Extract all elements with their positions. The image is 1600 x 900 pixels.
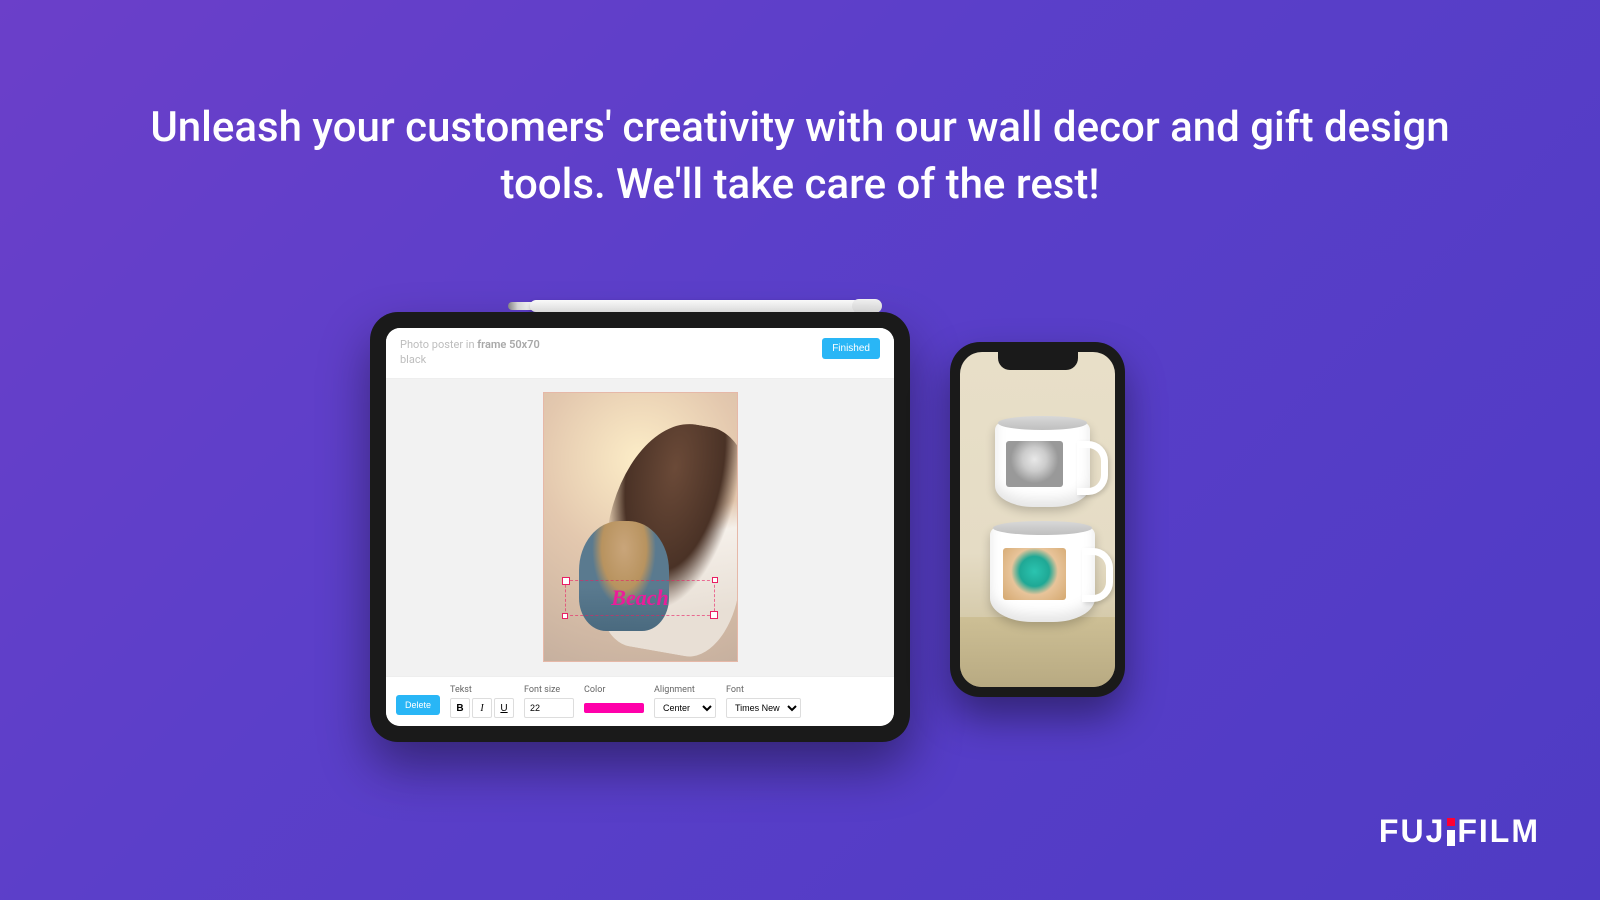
phone-screen [960, 352, 1115, 687]
underline-button[interactable]: U [494, 698, 514, 718]
product-frame-size: frame 50x70 [477, 338, 540, 351]
font-group: Font Times New [726, 685, 801, 718]
fontsize-input[interactable] [524, 698, 574, 718]
tablet-mockup: Photo poster in frame 50x70 black Finish… [370, 312, 910, 742]
finished-button[interactable]: Finished [822, 338, 880, 359]
design-canvas[interactable]: Beach [386, 379, 894, 676]
brand-i-icon [1447, 818, 1455, 846]
product-color: black [400, 353, 426, 366]
text-overlay-selection[interactable]: Beach [565, 580, 715, 616]
promo-slide: Unleash your customers' creativity with … [0, 0, 1600, 900]
fontsize-label: Font size [524, 685, 574, 695]
text-toolbar: Delete Tekst B I U Font size Color [386, 676, 894, 726]
phone-notch [998, 352, 1078, 370]
headline: Unleash your customers' creativity with … [150, 100, 1450, 213]
alignment-select[interactable]: Center [654, 698, 716, 718]
color-group: Color [584, 685, 644, 713]
text-label: Tekst [450, 685, 514, 695]
alignment-group: Alignment Center [654, 685, 716, 718]
color-label: Color [584, 685, 644, 695]
product-title: Photo poster in frame 50x70 black [400, 338, 540, 368]
fontsize-group: Font size [524, 685, 574, 718]
text-style-group: Tekst B I U [450, 685, 514, 718]
photo-mug-bottom [990, 527, 1095, 622]
mug-photo [1003, 548, 1066, 600]
poster-frame[interactable]: Beach [543, 392, 738, 662]
product-prefix: Photo poster in [400, 338, 477, 351]
italic-button[interactable]: I [472, 698, 492, 718]
product-shelf [960, 617, 1115, 687]
phone-mockup [950, 342, 1125, 697]
color-swatch[interactable] [584, 703, 644, 713]
delete-button[interactable]: Delete [396, 695, 440, 715]
mug-photo [1006, 441, 1063, 488]
tablet-screen: Photo poster in frame 50x70 black Finish… [386, 328, 894, 726]
brand-seg1: FUJ [1379, 813, 1445, 850]
editor-header: Photo poster in frame 50x70 black Finish… [386, 328, 894, 379]
bold-button[interactable]: B [450, 698, 470, 718]
brand-seg2: FILM [1457, 813, 1540, 850]
font-label: Font [726, 685, 801, 695]
alignment-label: Alignment [654, 685, 716, 695]
photo-mug-top [995, 422, 1090, 507]
fujifilm-logo: FUJ FILM [1379, 813, 1540, 850]
overlay-text: Beach [611, 585, 668, 611]
font-select[interactable]: Times New [726, 698, 801, 718]
